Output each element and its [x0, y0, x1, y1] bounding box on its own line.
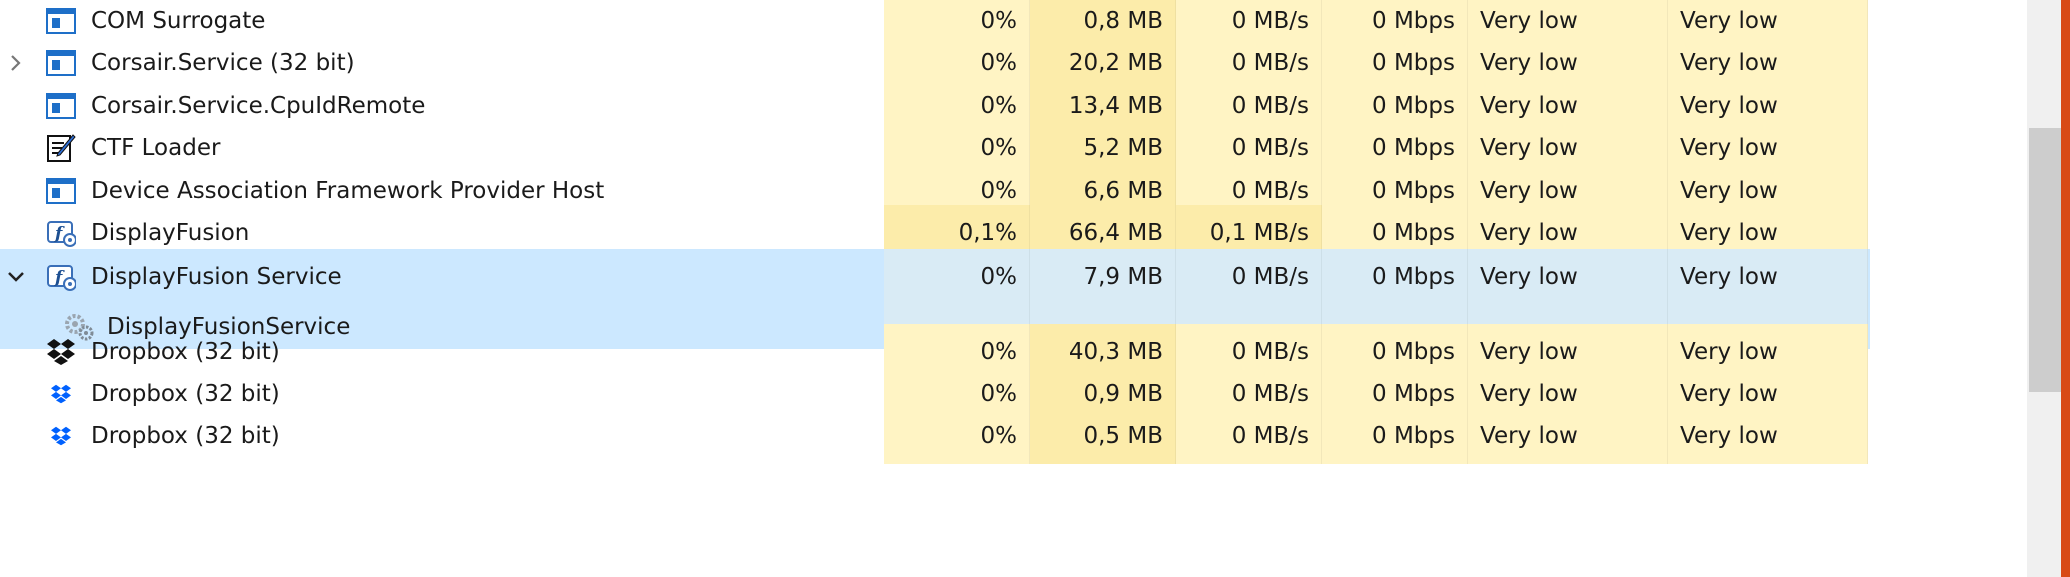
power-usage-cell: Very low [1468, 249, 1668, 305]
expand-chevron-icon[interactable] [0, 249, 32, 305]
network-cell: 0 Mbps [1322, 408, 1468, 464]
power-usage-trend-cell: Very low [1668, 408, 1868, 464]
disk-cell: 0 MB/s [1176, 408, 1322, 464]
window-app-icon [44, 175, 78, 207]
disk-cell: 0 MB/s [1176, 249, 1322, 305]
window-app-icon [44, 5, 78, 37]
displayfusion-icon: f [44, 261, 78, 293]
process-row[interactable]: f DisplayFusion Service 0% 7,9 MB 0 MB/s… [0, 249, 1870, 305]
window-app-icon [44, 47, 78, 79]
cpu-cell: 0% [884, 408, 1030, 464]
memory-cell: 7,9 MB [1030, 249, 1176, 305]
process-name: Dropbox (32 bit) [91, 423, 280, 449]
window-accent-strip [2061, 0, 2070, 577]
dropbox-black-icon [44, 336, 78, 368]
cpu-cell: 0% [884, 249, 1030, 305]
process-row[interactable]: Dropbox (32 bit) 0% 0,5 MB 0 MB/s 0 Mbps… [0, 408, 1870, 464]
process-name: DisplayFusion Service [91, 264, 342, 290]
power-usage-cell: Very low [1468, 408, 1668, 464]
displayfusion-icon: f [44, 217, 78, 249]
window-app-icon [44, 90, 78, 122]
network-cell: 0 Mbps [1322, 249, 1468, 305]
dropbox-blue-icon [44, 420, 78, 452]
ctf-loader-icon [44, 132, 78, 164]
dropbox-blue-icon [44, 378, 78, 410]
power-usage-trend-cell: Very low [1668, 249, 1868, 305]
memory-cell: 0,5 MB [1030, 408, 1176, 464]
